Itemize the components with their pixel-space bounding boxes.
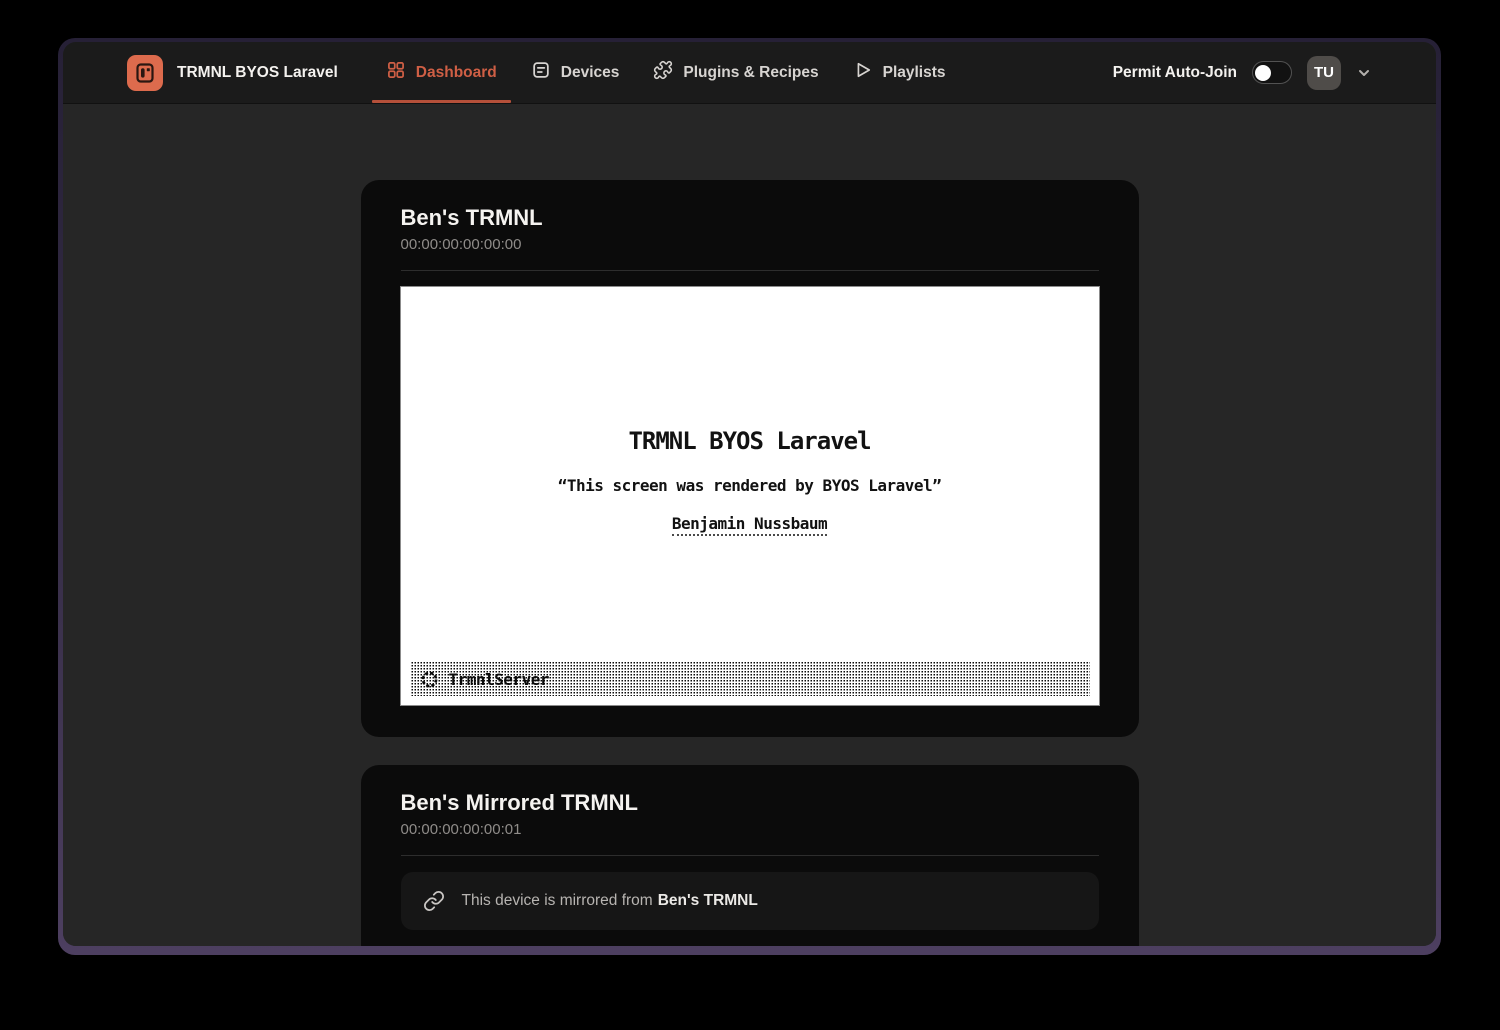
- nav-label: Dashboard: [416, 64, 497, 82]
- main-nav: Dashboard Devices: [372, 42, 966, 103]
- screen-title: TRMNL BYOS Laravel: [401, 287, 1099, 455]
- screen-author-link: Benjamin Nussbaum: [672, 514, 827, 536]
- device-card-bens-mirrored-trmnl: Ben's Mirrored TRMNL 00:00:00:00:00:01 T…: [361, 765, 1139, 946]
- navbar-right-cluster: Permit Auto-Join TU: [1113, 42, 1372, 103]
- link-icon: [423, 890, 445, 912]
- device-name: Ben's Mirrored TRMNL: [401, 791, 1099, 815]
- user-avatar[interactable]: TU: [1307, 56, 1341, 90]
- brand-title: TRMNL BYOS Laravel: [177, 64, 338, 82]
- device-list-icon: [531, 60, 551, 85]
- chevron-down-icon[interactable]: [1356, 65, 1372, 81]
- play-icon: [853, 60, 873, 85]
- device-card-bens-trmnl: Ben's TRMNL 00:00:00:00:00:00 TRMNL BYOS…: [361, 180, 1139, 737]
- eink-screen-preview: TRMNL BYOS Laravel “This screen was rend…: [401, 287, 1099, 705]
- browser-window-frame: TRMNL BYOS Laravel Dashboard: [58, 38, 1441, 955]
- app-window: TRMNL BYOS Laravel Dashboard: [63, 42, 1436, 946]
- brand[interactable]: TRMNL BYOS Laravel: [127, 42, 338, 103]
- nav-label: Devices: [561, 64, 620, 82]
- divider: [401, 855, 1099, 856]
- nav-label: Playlists: [883, 64, 946, 82]
- nav-item-dashboard[interactable]: Dashboard: [372, 42, 511, 103]
- trmnl-logo-icon: [127, 55, 163, 91]
- puzzle-icon: [653, 60, 673, 85]
- device-mac-address: 00:00:00:00:00:01: [401, 821, 1099, 839]
- device-name: Ben's TRMNL: [401, 206, 1099, 230]
- nav-label: Plugins & Recipes: [683, 64, 818, 82]
- device-mac-address: 00:00:00:00:00:00: [401, 236, 1099, 254]
- permit-auto-join-label: Permit Auto-Join: [1113, 64, 1237, 82]
- nav-item-playlists[interactable]: Playlists: [839, 42, 960, 103]
- nav-item-plugins-recipes[interactable]: Plugins & Recipes: [639, 42, 832, 103]
- permit-auto-join-toggle[interactable]: [1252, 61, 1292, 84]
- screen-quote: “This screen was rendered by BYOS Larave…: [401, 476, 1099, 495]
- main-content: Ben's TRMNL 00:00:00:00:00:00 TRMNL BYOS…: [63, 104, 1436, 946]
- toggle-knob: [1255, 65, 1271, 81]
- screen-status-label: TrmnlServer: [449, 670, 549, 689]
- spinner-icon: [420, 670, 439, 689]
- nav-item-devices[interactable]: Devices: [517, 42, 634, 103]
- divider: [401, 270, 1099, 271]
- mirror-notice-prefix: This device is mirrored from: [462, 892, 653, 909]
- screen-status-bar: TrmnlServer: [410, 662, 1090, 696]
- mirror-notice-box: This device is mirrored from Ben's TRMNL: [401, 872, 1099, 930]
- mirror-notice-text: This device is mirrored from Ben's TRMNL: [462, 892, 758, 910]
- top-navbar: TRMNL BYOS Laravel Dashboard: [63, 42, 1436, 104]
- mirror-source-device: Ben's TRMNL: [658, 892, 758, 909]
- dashboard-grid-icon: [386, 60, 406, 85]
